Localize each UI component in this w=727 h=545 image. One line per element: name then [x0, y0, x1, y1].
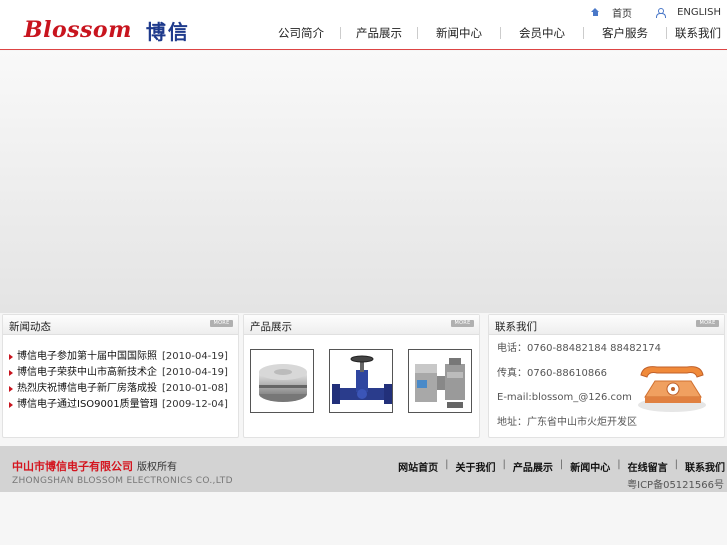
home-link[interactable]: 首页 — [591, 5, 632, 20]
nav-item-contact[interactable]: 联系我们 — [667, 25, 727, 41]
user-icon — [656, 8, 667, 18]
footer-icp[interactable]: 粤ICP备05121566号 — [627, 476, 724, 491]
news-panel: 新闻动态 MORE 博信电子参加第十届中国国际照明展览会 [2010-04-19… — [2, 314, 239, 438]
products-panel-header: 产品展示 MORE — [244, 315, 479, 335]
footer-rights: 版权所有 — [137, 462, 177, 473]
top-links: 首页 ENGLISH — [567, 5, 721, 20]
footer-company-name: 中山市博信电子有限公司 — [12, 460, 133, 473]
footer-company-en: ZHONGSHAN BLOSSOM ELECTRONICS CO.,LTD — [12, 476, 233, 486]
news-title-link[interactable]: 热烈庆祝博信电子新厂房落成投产使用 — [17, 382, 157, 398]
logo-latin-text: Blossom — [24, 17, 132, 43]
news-date: [2010-04-19] — [162, 351, 228, 362]
actuator-image — [259, 364, 307, 402]
contact-panel-title: 联系我们 — [495, 321, 537, 333]
footer-link-contact[interactable]: 联系我们 — [685, 459, 725, 474]
contact-address: 地址：广东省中山市火炬开发区 — [497, 416, 637, 428]
products-panel: 产品展示 MORE — [243, 314, 480, 438]
footer-separator: | — [674, 459, 678, 470]
contact-more-button[interactable]: MORE — [696, 320, 719, 327]
site-header: Blossom 博信 首页 ENGLISH 公司简介 产品展示 新闻中心 会员中… — [0, 0, 727, 50]
footer-link-news[interactable]: 新闻中心 — [570, 459, 610, 474]
news-title-link[interactable]: 博信电子通过ISO9001质量管理体系认证 — [17, 398, 157, 414]
nav-item-members[interactable]: 会员中心 — [501, 25, 583, 41]
product-thumb-valve[interactable] — [329, 349, 393, 413]
nav-item-news[interactable]: 新闻中心 — [418, 25, 500, 41]
home-icon — [591, 8, 600, 17]
nav-item-products[interactable]: 产品展示 — [341, 25, 417, 41]
footer-link-message[interactable]: 在线留言 — [628, 459, 668, 474]
news-date: [2010-04-19] — [162, 367, 228, 378]
product-thumbnails — [250, 349, 487, 413]
bullet-arrow-icon — [9, 370, 13, 376]
news-more-button[interactable]: MORE — [210, 320, 233, 327]
list-item: 博信电子荣获中山市高新技术企业称号 [2010-04-19] — [9, 366, 234, 382]
nav-item-about[interactable]: 公司简介 — [262, 25, 340, 41]
footer-separator: | — [559, 459, 564, 470]
english-link-label: ENGLISH — [677, 7, 721, 18]
news-title-link[interactable]: 博信电子参加第十届中国国际照明展览会 — [17, 350, 157, 366]
footer-link-home[interactable]: 网站首页 — [398, 459, 438, 474]
footer-separator: | — [502, 459, 506, 470]
main-nav: 公司简介 产品展示 新闻中心 会员中心 客户服务 联系我们 — [262, 25, 727, 41]
nav-item-service[interactable]: 客户服务 — [584, 25, 666, 41]
home-link-label: 首页 — [612, 9, 633, 20]
site-footer: 中山市博信电子有限公司 版权所有 ZHONGSHAN BLOSSOM ELECTR… — [0, 446, 727, 492]
news-date: [2010-01-08] — [162, 383, 228, 394]
english-link[interactable]: ENGLISH — [656, 7, 721, 18]
banner-area — [0, 51, 727, 313]
telephone-icon — [638, 366, 706, 412]
news-date: [2009-12-04] — [162, 399, 228, 410]
footer-company: 中山市博信电子有限公司 版权所有 — [12, 458, 177, 474]
bullet-arrow-icon — [9, 354, 13, 360]
contact-panel-header: 联系我们 MORE — [489, 315, 724, 335]
valve-image — [332, 355, 392, 404]
news-panel-title: 新闻动态 — [9, 321, 51, 333]
footer-link-about[interactable]: 关于我们 — [456, 459, 496, 474]
gas-valve-image — [415, 358, 465, 408]
contact-panel: 联系我们 MORE 电话：0760-88482184 88482174 传真：0… — [488, 314, 725, 438]
logo-chinese-text: 博信 — [145, 19, 190, 44]
list-item: 热烈庆祝博信电子新厂房落成投产使用 [2010-01-08] — [9, 382, 234, 398]
footer-separator: | — [617, 459, 621, 470]
products-panel-title: 产品展示 — [250, 321, 292, 333]
list-item: 博信电子通过ISO9001质量管理体系认证 [2009-12-04] — [9, 398, 234, 414]
bullet-arrow-icon — [9, 402, 13, 408]
products-more-button[interactable]: MORE — [451, 320, 474, 327]
product-thumb-gas-valve[interactable] — [408, 349, 472, 413]
footer-separator: | — [445, 459, 449, 470]
list-item: 博信电子参加第十届中国国际照明展览会 [2010-04-19] — [9, 350, 234, 366]
bullet-arrow-icon — [9, 386, 13, 392]
news-list: 博信电子参加第十届中国国际照明展览会 [2010-04-19] 博信电子荣获中山… — [9, 350, 234, 414]
news-panel-header: 新闻动态 MORE — [3, 315, 238, 335]
news-title-link[interactable]: 博信电子荣获中山市高新技术企业称号 — [17, 366, 157, 382]
site-logo[interactable]: Blossom 博信 — [24, 16, 190, 44]
product-thumb-actuator[interactable] — [250, 349, 314, 413]
footer-links: 网站首页 | 关于我们 | 产品展示 | 新闻中心 | 在线留言 | 联系我们 — [398, 459, 725, 474]
footer-link-products[interactable]: 产品展示 — [513, 459, 553, 474]
